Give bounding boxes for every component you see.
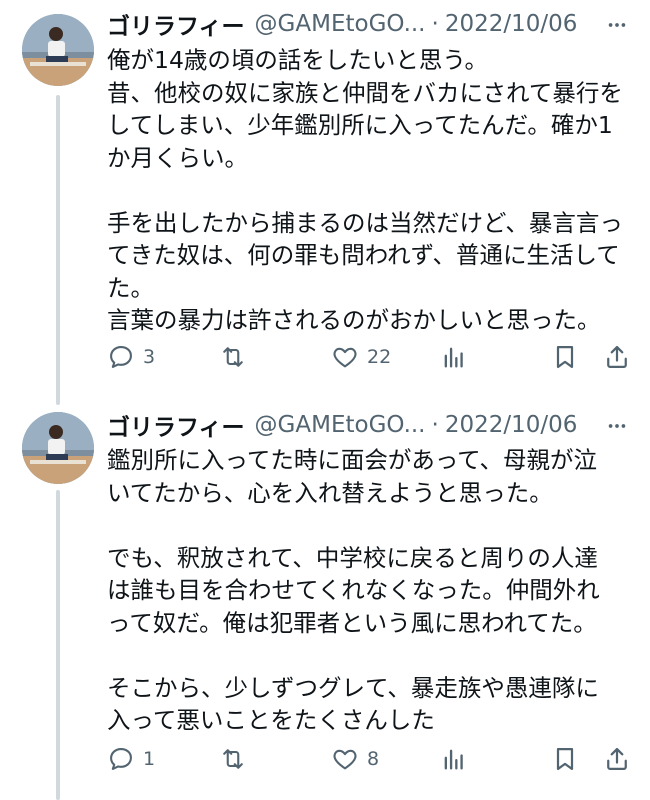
text-line (107, 639, 637, 672)
analytics-icon (444, 347, 463, 368)
tweet-actions: 1 8 (107, 743, 632, 775)
retweet-button[interactable] (219, 743, 247, 775)
heart-icon (333, 749, 357, 770)
separator-dot: · (431, 412, 439, 438)
retweet-icon (223, 749, 243, 769)
bookmark-button[interactable] (551, 743, 579, 775)
text-line: いてたから、心を入れ替えようと思った。 (107, 478, 553, 507)
more-horizontal-icon (608, 23, 626, 27)
like-count: 8 (367, 748, 380, 770)
like-button[interactable]: 22 (331, 341, 391, 373)
thread-line (56, 95, 60, 405)
heart-icon (333, 347, 357, 368)
like-count: 22 (367, 346, 392, 368)
share-button[interactable] (603, 743, 631, 775)
more-options-button[interactable] (602, 10, 632, 40)
text-line: は誰も目を合わせてくれなくなった。仲間外れ (107, 576, 600, 604)
display-name[interactable]: ゴリラフィー (107, 409, 245, 441)
text-line: でも、釈放されて、中学校に戻ると周りの人達 (107, 543, 598, 572)
retweet-icon (223, 347, 243, 367)
share-button[interactable] (603, 341, 631, 373)
reply-count: 1 (143, 748, 156, 770)
user-handle[interactable]: @GAMEtoGO... (255, 11, 426, 37)
user-handle[interactable]: @GAMEtoGO... (255, 412, 426, 438)
text-line: 俺が14歳の頃の話をしたいと思う。 (107, 46, 488, 74)
text-line: か月くらい。 (107, 143, 248, 172)
share-icon (607, 345, 627, 369)
tweet-actions: 3 22 (107, 341, 632, 373)
more-options-button[interactable] (602, 411, 632, 441)
text-line: そこから、少しずつグレて、暴走族や愚連隊に (107, 673, 599, 702)
share-icon (607, 747, 627, 771)
avatar[interactable] (22, 14, 94, 86)
reply-icon (110, 748, 132, 770)
text-line: 入って悪いことをたくさんした (107, 706, 435, 734)
tweet-header: ゴリラフィー @GAMEtoGO... · 2022/10/06 (107, 8, 600, 40)
text-line (107, 509, 637, 542)
views-button[interactable] (440, 341, 468, 373)
tweet-text: 俺が14歳の頃の話をしたいと思う。 昔、他校の奴に家族と仲間をバカにされて暴行を… (107, 44, 637, 337)
bookmark-icon (556, 747, 574, 771)
separator-dot: · (431, 11, 439, 37)
analytics-icon (444, 749, 463, 770)
text-line: 昔、他校の奴に家族と仲間をバカにされて暴行を (107, 78, 623, 107)
reply-icon (110, 346, 132, 368)
retweet-button[interactable] (219, 341, 247, 373)
reply-button[interactable]: 3 (107, 341, 155, 373)
text-line: てきた奴は、何の罪も問われず、普通に生活して (107, 241, 620, 269)
text-line (107, 174, 637, 207)
views-button[interactable] (440, 743, 468, 775)
text-line: してしまい、少年鑑別所に入ってたんだ。確か1 (107, 111, 613, 139)
text-line: 言葉の暴力は許されるのがおかしいと思った。 (107, 306, 601, 334)
text-line: 鑑別所に入ってた時に面会があって、母親が泣 (107, 446, 597, 474)
bookmark-icon (556, 345, 574, 369)
bookmark-button[interactable] (551, 341, 579, 373)
text-line: た。 (107, 273, 154, 302)
tweet-text: 鑑別所に入ってた時に面会があって、母親が泣 いてたから、心を入れ替えようと思った… (107, 444, 637, 737)
text-line: って奴だ。俺は犯罪者という風に思われてた。 (107, 608, 597, 637)
avatar[interactable] (22, 412, 94, 484)
like-button[interactable]: 8 (331, 743, 379, 775)
timestamp[interactable]: 2022/10/06 (445, 11, 578, 37)
timestamp[interactable]: 2022/10/06 (445, 412, 578, 438)
reply-count: 3 (143, 346, 156, 368)
more-horizontal-icon (608, 424, 626, 428)
tweet-header: ゴリラフィー @GAMEtoGO... · 2022/10/06 (107, 409, 600, 441)
text-line: 手を出したから捕まるのは当然だけど、暴言言っ (107, 208, 623, 237)
thread-line (56, 490, 60, 800)
reply-button[interactable]: 1 (107, 743, 155, 775)
display-name[interactable]: ゴリラフィー (107, 8, 245, 40)
